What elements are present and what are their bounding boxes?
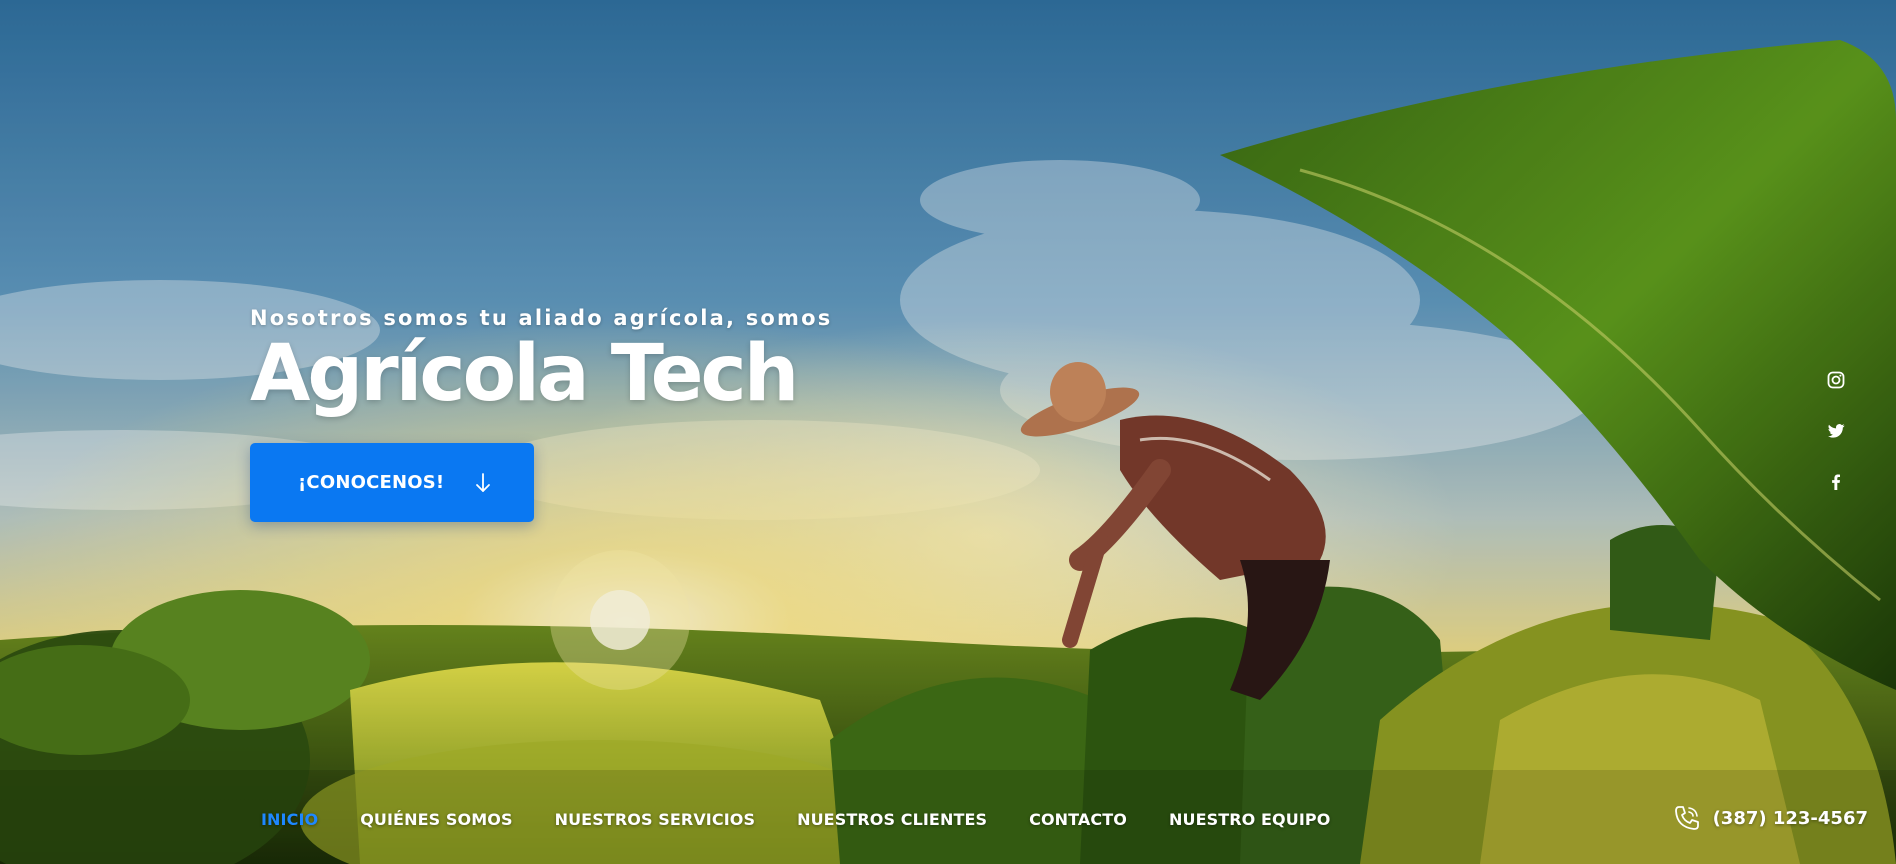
phone-contact[interactable]: (387) 123-4567 bbox=[1671, 802, 1868, 834]
main-nav: INICIO QUIÉNES SOMOS NUESTROS SERVICIOS … bbox=[261, 808, 1372, 830]
nav-item-contacto[interactable]: CONTACTO bbox=[1029, 810, 1127, 829]
social-links bbox=[1826, 370, 1846, 523]
hero-intro: Nosotros somos tu aliado agrícola, somos… bbox=[250, 306, 832, 416]
nav-item-nuestros-servicios[interactable]: NUESTROS SERVICIOS bbox=[555, 810, 756, 829]
instagram-icon[interactable] bbox=[1826, 370, 1846, 390]
nav-item-nuestros-clientes[interactable]: NUESTROS CLIENTES bbox=[797, 810, 987, 829]
phone-number: (387) 123-4567 bbox=[1712, 807, 1868, 829]
hero-section bbox=[0, 0, 1896, 864]
twitter-icon[interactable] bbox=[1826, 421, 1846, 441]
phone-icon bbox=[1674, 806, 1699, 830]
conocenos-button[interactable]: ¡CONOCENOS! bbox=[250, 443, 534, 522]
arrow-down-icon bbox=[476, 472, 491, 492]
nav-item-inicio[interactable]: INICIO bbox=[261, 810, 318, 829]
hero-headline: Agrícola Tech bbox=[250, 329, 799, 419]
conocenos-button-label: ¡CONOCENOS! bbox=[298, 472, 445, 493]
hero-background-image bbox=[0, 0, 1896, 864]
nav-item-quienes-somos[interactable]: QUIÉNES SOMOS bbox=[360, 810, 512, 829]
facebook-icon[interactable] bbox=[1826, 472, 1846, 492]
hero-eyebrow: Nosotros somos tu aliado agrícola, somos bbox=[250, 306, 833, 330]
nav-item-nuestro-equipo[interactable]: NUESTRO EQUIPO bbox=[1169, 810, 1330, 829]
